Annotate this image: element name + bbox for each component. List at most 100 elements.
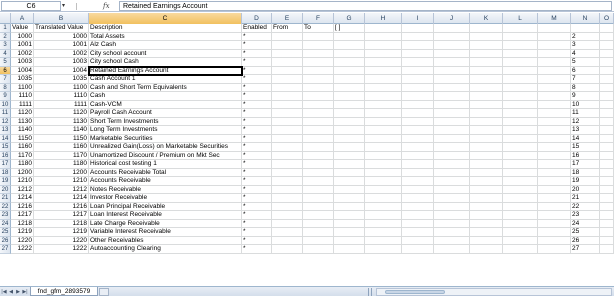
cell-o[interactable] bbox=[600, 194, 614, 203]
cell-e[interactable] bbox=[272, 151, 303, 160]
cell-i[interactable] bbox=[402, 219, 434, 228]
cell-a[interactable]: 1110 bbox=[11, 92, 34, 101]
column-header[interactable]: A bbox=[11, 13, 34, 24]
cell-j[interactable] bbox=[434, 151, 470, 160]
cell-e[interactable] bbox=[272, 32, 303, 41]
cell-b[interactable]: 1212 bbox=[34, 185, 89, 194]
cell-j[interactable] bbox=[434, 117, 470, 126]
cell-a[interactable]: 1217 bbox=[11, 211, 34, 220]
cell-l[interactable] bbox=[503, 49, 538, 58]
cell-c[interactable]: Cash and Short Term Equivalents bbox=[89, 83, 242, 92]
cell-m[interactable] bbox=[538, 160, 571, 169]
cell-m[interactable] bbox=[538, 92, 571, 101]
cell-f[interactable] bbox=[303, 92, 334, 101]
row-header[interactable]: 25 bbox=[0, 228, 11, 237]
cell-f[interactable] bbox=[303, 143, 334, 152]
column-header[interactable]: K bbox=[470, 13, 503, 24]
cell-d[interactable]: * bbox=[242, 66, 272, 75]
row-header[interactable]: 10 bbox=[0, 100, 11, 109]
cell-n[interactable]: 14 bbox=[571, 134, 600, 143]
cell-k[interactable] bbox=[470, 160, 503, 169]
cell-m[interactable] bbox=[538, 66, 571, 75]
cell-d[interactable]: * bbox=[242, 194, 272, 203]
cell-m[interactable] bbox=[538, 177, 571, 186]
cell-o[interactable] bbox=[600, 100, 614, 109]
formula-input[interactable]: Retained Earnings Account bbox=[119, 1, 612, 11]
cell-d[interactable]: * bbox=[242, 134, 272, 143]
cell-m[interactable] bbox=[538, 211, 571, 220]
cell-f[interactable] bbox=[303, 211, 334, 220]
cell-b[interactable]: 1130 bbox=[34, 117, 89, 126]
cell-h[interactable] bbox=[365, 134, 402, 143]
cell-m[interactable] bbox=[538, 168, 571, 177]
cell-k[interactable] bbox=[470, 109, 503, 118]
cell-n[interactable]: 13 bbox=[571, 126, 600, 135]
last-sheet-icon[interactable]: ▶| bbox=[22, 288, 28, 296]
column-header[interactable]: F bbox=[303, 13, 334, 24]
cell-c[interactable]: Total Assets bbox=[89, 32, 242, 41]
cell-o[interactable] bbox=[600, 83, 614, 92]
cell-b[interactable]: 1216 bbox=[34, 202, 89, 211]
row-header[interactable]: 3 bbox=[0, 41, 11, 50]
cell-n[interactable]: 27 bbox=[571, 245, 600, 254]
cell-f[interactable] bbox=[303, 228, 334, 237]
cell-i[interactable] bbox=[402, 49, 434, 58]
cell-n[interactable]: 15 bbox=[571, 143, 600, 152]
cell-d[interactable]: * bbox=[242, 109, 272, 118]
cell-e[interactable] bbox=[272, 83, 303, 92]
cell-b[interactable]: 1035 bbox=[34, 75, 89, 84]
cell-m[interactable] bbox=[538, 151, 571, 160]
cell-k[interactable] bbox=[470, 185, 503, 194]
cell-d[interactable]: * bbox=[242, 92, 272, 101]
cell-f[interactable] bbox=[303, 49, 334, 58]
cell-b[interactable]: 1160 bbox=[34, 143, 89, 152]
cell-g[interactable] bbox=[334, 177, 365, 186]
cell-c[interactable]: Loan Principal Receivable bbox=[89, 202, 242, 211]
cell-n[interactable]: 21 bbox=[571, 194, 600, 203]
cell-j[interactable] bbox=[434, 236, 470, 245]
cell-g[interactable] bbox=[334, 92, 365, 101]
next-sheet-icon[interactable]: ▶ bbox=[15, 288, 21, 296]
cell-k[interactable] bbox=[470, 75, 503, 84]
cell-o[interactable] bbox=[600, 143, 614, 152]
row-header[interactable]: 14 bbox=[0, 134, 11, 143]
cell-d[interactable]: * bbox=[242, 100, 272, 109]
cell-b[interactable]: 1111 bbox=[34, 100, 89, 109]
cell-m[interactable] bbox=[538, 75, 571, 84]
cell-b[interactable]: 1002 bbox=[34, 49, 89, 58]
cell-k[interactable] bbox=[470, 83, 503, 92]
cell-e[interactable] bbox=[272, 202, 303, 211]
cell-j[interactable] bbox=[434, 100, 470, 109]
horizontal-scrollbar[interactable] bbox=[376, 288, 612, 296]
cell-g[interactable] bbox=[334, 117, 365, 126]
row-header[interactable]: 15 bbox=[0, 143, 11, 152]
cell-j[interactable] bbox=[434, 24, 470, 33]
cell-i[interactable] bbox=[402, 143, 434, 152]
cell-k[interactable] bbox=[470, 126, 503, 135]
cell-n[interactable]: 10 bbox=[571, 100, 600, 109]
cell-d[interactable]: * bbox=[242, 117, 272, 126]
cell-j[interactable] bbox=[434, 211, 470, 220]
cell-f[interactable] bbox=[303, 236, 334, 245]
cell-k[interactable] bbox=[470, 41, 503, 50]
cell-k[interactable] bbox=[470, 58, 503, 67]
column-header[interactable]: C bbox=[89, 13, 242, 24]
cell-k[interactable] bbox=[470, 228, 503, 237]
cell-e[interactable] bbox=[272, 126, 303, 135]
cell-h[interactable] bbox=[365, 24, 402, 33]
cell-n[interactable]: 16 bbox=[571, 151, 600, 160]
cell-i[interactable] bbox=[402, 194, 434, 203]
cell-d[interactable]: * bbox=[242, 58, 272, 67]
cell-o[interactable] bbox=[600, 24, 614, 33]
cell-i[interactable] bbox=[402, 66, 434, 75]
cell-i[interactable] bbox=[402, 177, 434, 186]
cell-f[interactable] bbox=[303, 66, 334, 75]
cell-l[interactable] bbox=[503, 126, 538, 135]
cell-o[interactable] bbox=[600, 228, 614, 237]
column-header[interactable]: O bbox=[600, 13, 614, 24]
cell-e[interactable] bbox=[272, 75, 303, 84]
cell-n[interactable]: 7 bbox=[571, 75, 600, 84]
cell-k[interactable] bbox=[470, 194, 503, 203]
cell-d[interactable]: * bbox=[242, 228, 272, 237]
cell-o[interactable] bbox=[600, 126, 614, 135]
